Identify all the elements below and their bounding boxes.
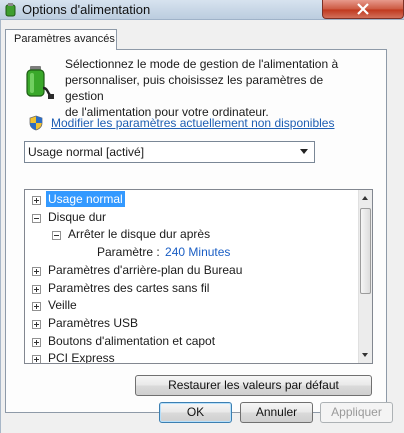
title-bar[interactable]: Options d'alimentation (0, 0, 404, 20)
power-plan-dropdown[interactable]: Usage normal [activé] (24, 141, 315, 163)
tree-expander-icon[interactable] (32, 302, 41, 311)
modify-unavailable-settings-link[interactable]: Modifier les paramètres actuellement non… (51, 116, 334, 130)
description-line-2: personnaliser, puis choisissez les param… (65, 73, 324, 103)
tree-expander-icon[interactable] (32, 267, 41, 276)
tree-item-sleep[interactable]: Veille (32, 298, 79, 316)
description-text: Sélectionnez le mode de gestion de l'ali… (65, 56, 365, 120)
restore-defaults-button[interactable]: Restaurer les valeurs par défaut (135, 375, 372, 396)
tree-item-usb-settings[interactable]: Paramètres USB (32, 316, 140, 334)
cancel-button[interactable]: Annuler (240, 402, 313, 423)
scroll-thumb[interactable] (360, 208, 371, 294)
dialog-body: Paramètres avancés Sélectionnez le mode … (0, 20, 404, 433)
power-options-icon (4, 2, 18, 17)
description-line-1: Sélectionnez le mode de gestion de l'ali… (65, 57, 339, 71)
tab-advanced-settings[interactable]: Paramètres avancés (5, 29, 117, 50)
apply-button[interactable]: Appliquer (320, 402, 393, 423)
window-title: Options d'alimentation (22, 2, 151, 17)
tree-item-turn-off-disk-after[interactable]: Arrêter le disque dur après (52, 227, 212, 245)
tree-expander-icon[interactable] (32, 355, 41, 363)
settings-tree[interactable]: Usage normal Disque dur Arrêter le disqu… (24, 189, 373, 364)
setting-value[interactable]: 240 Minutes (165, 245, 230, 259)
tree-expander-icon[interactable] (32, 320, 41, 329)
tree-expander-icon[interactable] (52, 231, 61, 240)
ok-button[interactable]: OK (159, 402, 232, 423)
tree-scrollbar[interactable] (358, 190, 372, 363)
tree-item-pci-express[interactable]: PCI Express (32, 351, 117, 363)
battery-plug-icon (25, 64, 55, 103)
close-icon (357, 3, 369, 15)
close-button[interactable] (322, 0, 404, 19)
tree-item-desktop-background[interactable]: Paramètres d'arrière-plan du Bureau (32, 263, 244, 281)
uac-shield-icon (29, 115, 43, 134)
scroll-arrow-icon[interactable] (359, 191, 372, 205)
tree-expander-icon[interactable] (32, 338, 41, 347)
scroll-arrow-icon[interactable] (359, 348, 372, 362)
power-plan-selected: Usage normal [activé] (28, 145, 145, 159)
tree-expander-icon[interactable] (32, 214, 41, 223)
tree-item-setting-value[interactable]: Paramètre : 240 Minutes (95, 245, 230, 263)
tree-expander-icon[interactable] (32, 285, 41, 294)
chevron-down-icon (300, 149, 308, 154)
tree-expander-icon[interactable] (32, 196, 41, 205)
tree-item-usage-normal[interactable]: Usage normal (32, 191, 125, 210)
